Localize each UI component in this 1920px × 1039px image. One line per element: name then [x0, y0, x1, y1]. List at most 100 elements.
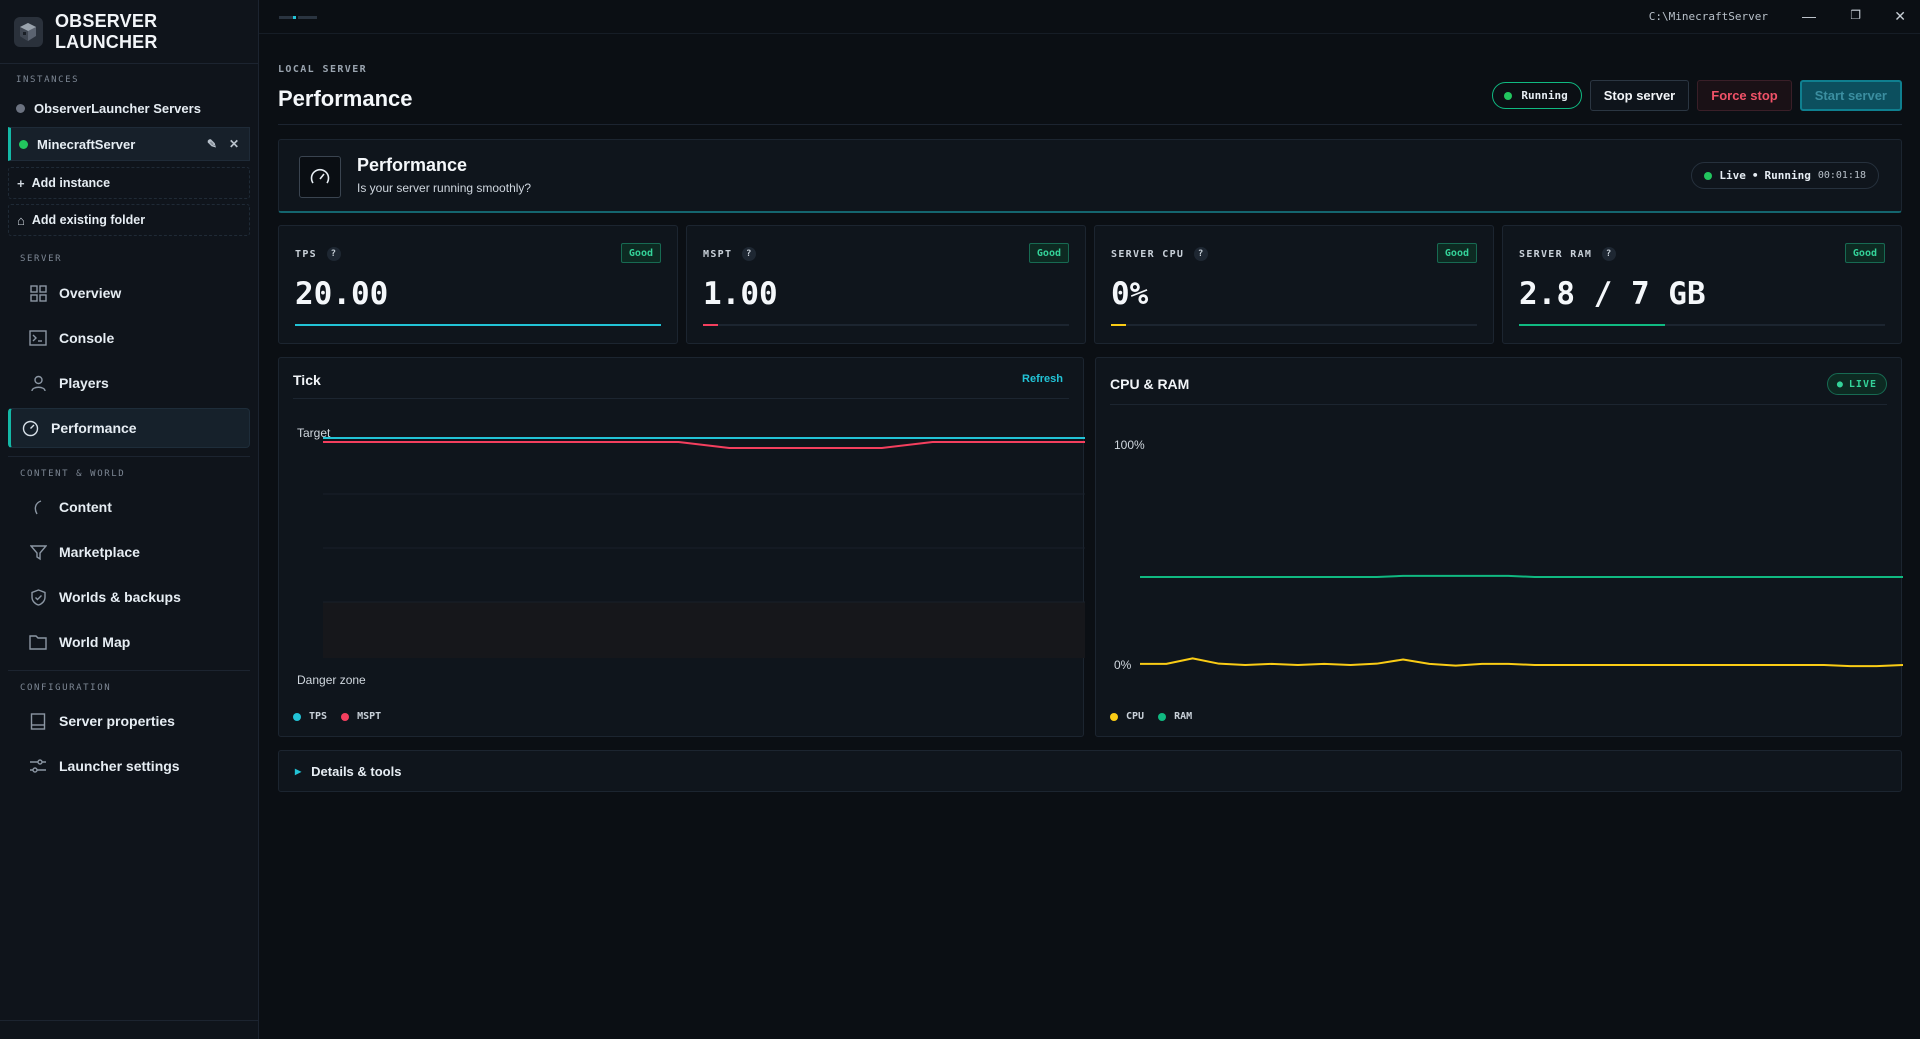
help-icon[interactable]: ?: [1602, 247, 1617, 261]
folder-icon: [28, 632, 48, 652]
tick-chart-card: Target Danger zone Tick Refresh TPS MSPT: [278, 357, 1085, 737]
danger-zone-label: Danger zone: [297, 673, 366, 687]
legend-item-tps: TPS: [293, 711, 327, 722]
home-icon: ⌂: [17, 212, 25, 228]
legend-dot-icon: [293, 712, 301, 721]
edit-instance-icon[interactable]: ✎: [207, 137, 217, 151]
live-status-pill: Live • Running 00:01:18: [1691, 162, 1879, 189]
cpu-ram-chart: 100% 0%: [1114, 438, 1903, 672]
instance-item-minecraftserver[interactable]: MinecraftServer ✎ ✕: [8, 127, 250, 161]
metric-label: SERVER RAM?: [1519, 247, 1617, 261]
divider: [0, 1020, 258, 1021]
add-folder-label: Add existing folder: [31, 213, 146, 227]
nav-launcher-settings[interactable]: Launcher settings: [8, 746, 250, 786]
page-title: Performance: [278, 86, 413, 111]
status-badge: Good: [620, 243, 661, 263]
divider: [1110, 404, 1887, 405]
instance-item-observerlauncher-servers[interactable]: ObserverLauncher Servers: [0, 91, 258, 125]
nav-label: Worlds & backups: [59, 589, 181, 605]
nav-overview[interactable]: Overview: [8, 273, 250, 313]
chart-legend: CPU RAM: [1110, 711, 1192, 722]
legend-dot-icon: [341, 712, 350, 721]
instances-section-label: INSTANCES: [16, 75, 80, 85]
refresh-button[interactable]: Refresh: [1022, 373, 1063, 385]
divider: [8, 670, 250, 671]
configuration-section-label: CONFIGURATION: [20, 683, 112, 693]
details-tools-toggle[interactable]: ▶ Details & tools: [278, 750, 1902, 792]
stop-server-button[interactable]: Stop server: [1589, 80, 1690, 111]
metric-label: TPS?: [295, 247, 341, 261]
add-existing-folder-button[interactable]: ⌂ Add existing folder: [8, 204, 250, 236]
nav-players[interactable]: Players: [8, 363, 250, 403]
add-instance-label: Add instance: [31, 176, 111, 190]
status-badge: Running: [1492, 82, 1582, 109]
live-dot-icon: [1704, 171, 1713, 180]
help-icon[interactable]: ?: [326, 247, 341, 261]
app-logo-icon: [14, 16, 43, 47]
live-badge: ● LIVE: [1826, 373, 1887, 395]
hero-title: Performance: [357, 155, 468, 175]
metric-bar: [1111, 324, 1477, 326]
metric-card-tps: TPS? Good 20.00: [278, 225, 678, 344]
terminal-icon: [28, 328, 48, 348]
help-icon[interactable]: ?: [1194, 247, 1209, 261]
status-dot-icon: [19, 139, 28, 149]
uptime: 00:01:18: [1817, 170, 1866, 181]
metric-bar-fill: [1111, 324, 1126, 326]
grid-icon: [28, 283, 48, 303]
divider: [278, 124, 1902, 125]
legend-item-mspt: MSPT: [341, 711, 381, 722]
nav-performance[interactable]: Performance: [8, 408, 250, 448]
document-icon: [28, 711, 48, 731]
nav-marketplace[interactable]: Marketplace: [8, 532, 250, 572]
help-icon[interactable]: ?: [742, 247, 757, 261]
danger-zone-band: [323, 602, 1085, 658]
nav-label: Launcher settings: [59, 758, 180, 774]
instance-label: ObserverLauncher Servers: [34, 100, 201, 116]
nav-world-map[interactable]: World Map: [8, 622, 250, 662]
metric-label: MSPT?: [703, 247, 757, 261]
metric-bar: [295, 324, 661, 326]
breadcrumb: LOCAL SERVER: [278, 64, 368, 75]
leaf-icon: [28, 497, 48, 517]
server-actions: Running Stop server Force stop Start ser…: [1492, 80, 1902, 111]
hero-subtitle: Is your server running smoothly?: [357, 181, 532, 195]
status-badge: Good: [1028, 243, 1069, 263]
ram-series-line: [1140, 574, 1903, 578]
divider: [293, 398, 1069, 399]
nav-content[interactable]: Content: [8, 487, 250, 527]
gauge-icon: [299, 156, 341, 198]
nav-worlds-backups[interactable]: Worlds & backups: [8, 577, 250, 617]
nav-label: Performance: [51, 420, 137, 436]
live-label: Live: [1719, 169, 1746, 182]
close-icon[interactable]: ✕: [229, 137, 239, 151]
y-axis-bottom-label: 0%: [1114, 658, 1132, 672]
gauge-icon: [20, 418, 40, 438]
status-badge: Good: [1436, 243, 1477, 263]
start-server-button[interactable]: Start server: [1799, 80, 1902, 111]
nav-label: Overview: [59, 285, 122, 301]
metric-card-mspt: MSPT? Good 1.00: [686, 225, 1086, 344]
nav-label: Marketplace: [59, 544, 140, 560]
nav-console[interactable]: Console: [8, 318, 250, 358]
force-stop-button[interactable]: Force stop: [1697, 80, 1792, 111]
nav-label: Server properties: [59, 713, 175, 729]
metric-card-server-cpu: SERVER CPU? Good 0%: [1094, 225, 1494, 344]
mspt-series-line: [323, 441, 1085, 449]
plus-icon: +: [17, 175, 25, 191]
instance-label: MinecraftServer: [37, 136, 136, 152]
metric-card-server-ram: SERVER RAM? Good 2.8 / 7 GB: [1502, 225, 1902, 344]
y-axis-top-label: 100%: [1114, 438, 1145, 452]
nav-label: World Map: [59, 634, 131, 650]
running-dot-icon: [1504, 91, 1513, 100]
add-instance-button[interactable]: + Add instance: [8, 167, 250, 199]
metric-value: 1.00: [703, 276, 778, 312]
legend-item-ram: RAM: [1158, 711, 1192, 722]
nav-server-properties[interactable]: Server properties: [8, 701, 250, 741]
performance-hero: Performance Is your server running smoot…: [278, 139, 1902, 213]
metric-bar-fill: [703, 324, 718, 326]
content-section-label: CONTENT & WORLD: [20, 469, 126, 479]
sliders-icon: [28, 756, 48, 776]
sidebar: OBSERVER LAUNCHER INSTANCES ObserverLaun…: [0, 0, 259, 1039]
brand: OBSERVER LAUNCHER: [0, 0, 258, 64]
